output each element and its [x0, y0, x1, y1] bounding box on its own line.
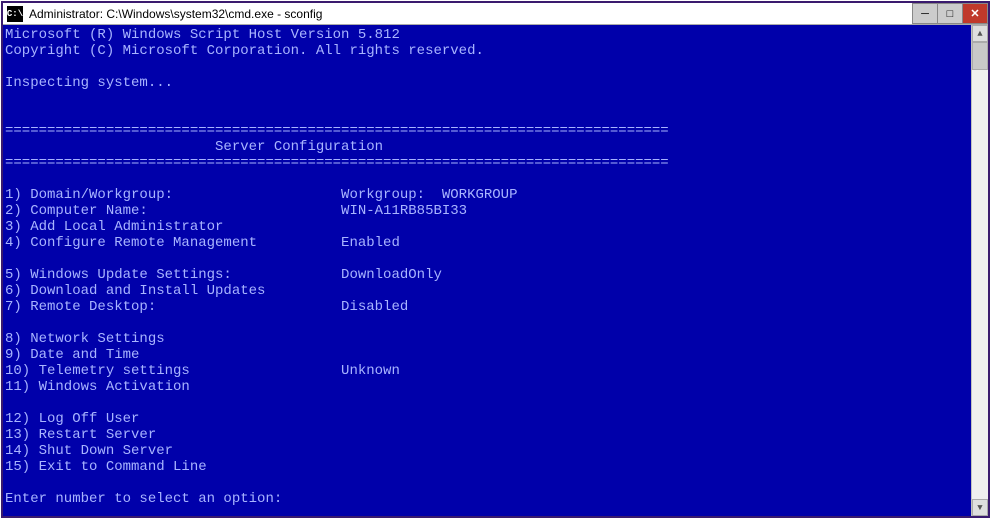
scroll-thumb[interactable]	[972, 42, 988, 70]
client-area: Microsoft (R) Windows Script Host Versio…	[3, 25, 988, 516]
vertical-scrollbar[interactable]: ▲ ▼	[971, 25, 988, 516]
window-controls: ─ □ ✕	[913, 3, 988, 24]
cmd-window: C:\ Administrator: C:\Windows\system32\c…	[1, 1, 990, 518]
minimize-button[interactable]: ─	[912, 3, 938, 24]
window-title: Administrator: C:\Windows\system32\cmd.e…	[27, 7, 913, 21]
scroll-track[interactable]	[972, 42, 988, 499]
cmd-icon: C:\	[7, 6, 23, 22]
close-button[interactable]: ✕	[962, 3, 988, 24]
scroll-up-button[interactable]: ▲	[972, 25, 988, 42]
titlebar[interactable]: C:\ Administrator: C:\Windows\system32\c…	[3, 3, 988, 25]
maximize-button[interactable]: □	[937, 3, 963, 24]
console-output[interactable]: Microsoft (R) Windows Script Host Versio…	[3, 25, 971, 516]
scroll-down-button[interactable]: ▼	[972, 499, 988, 516]
